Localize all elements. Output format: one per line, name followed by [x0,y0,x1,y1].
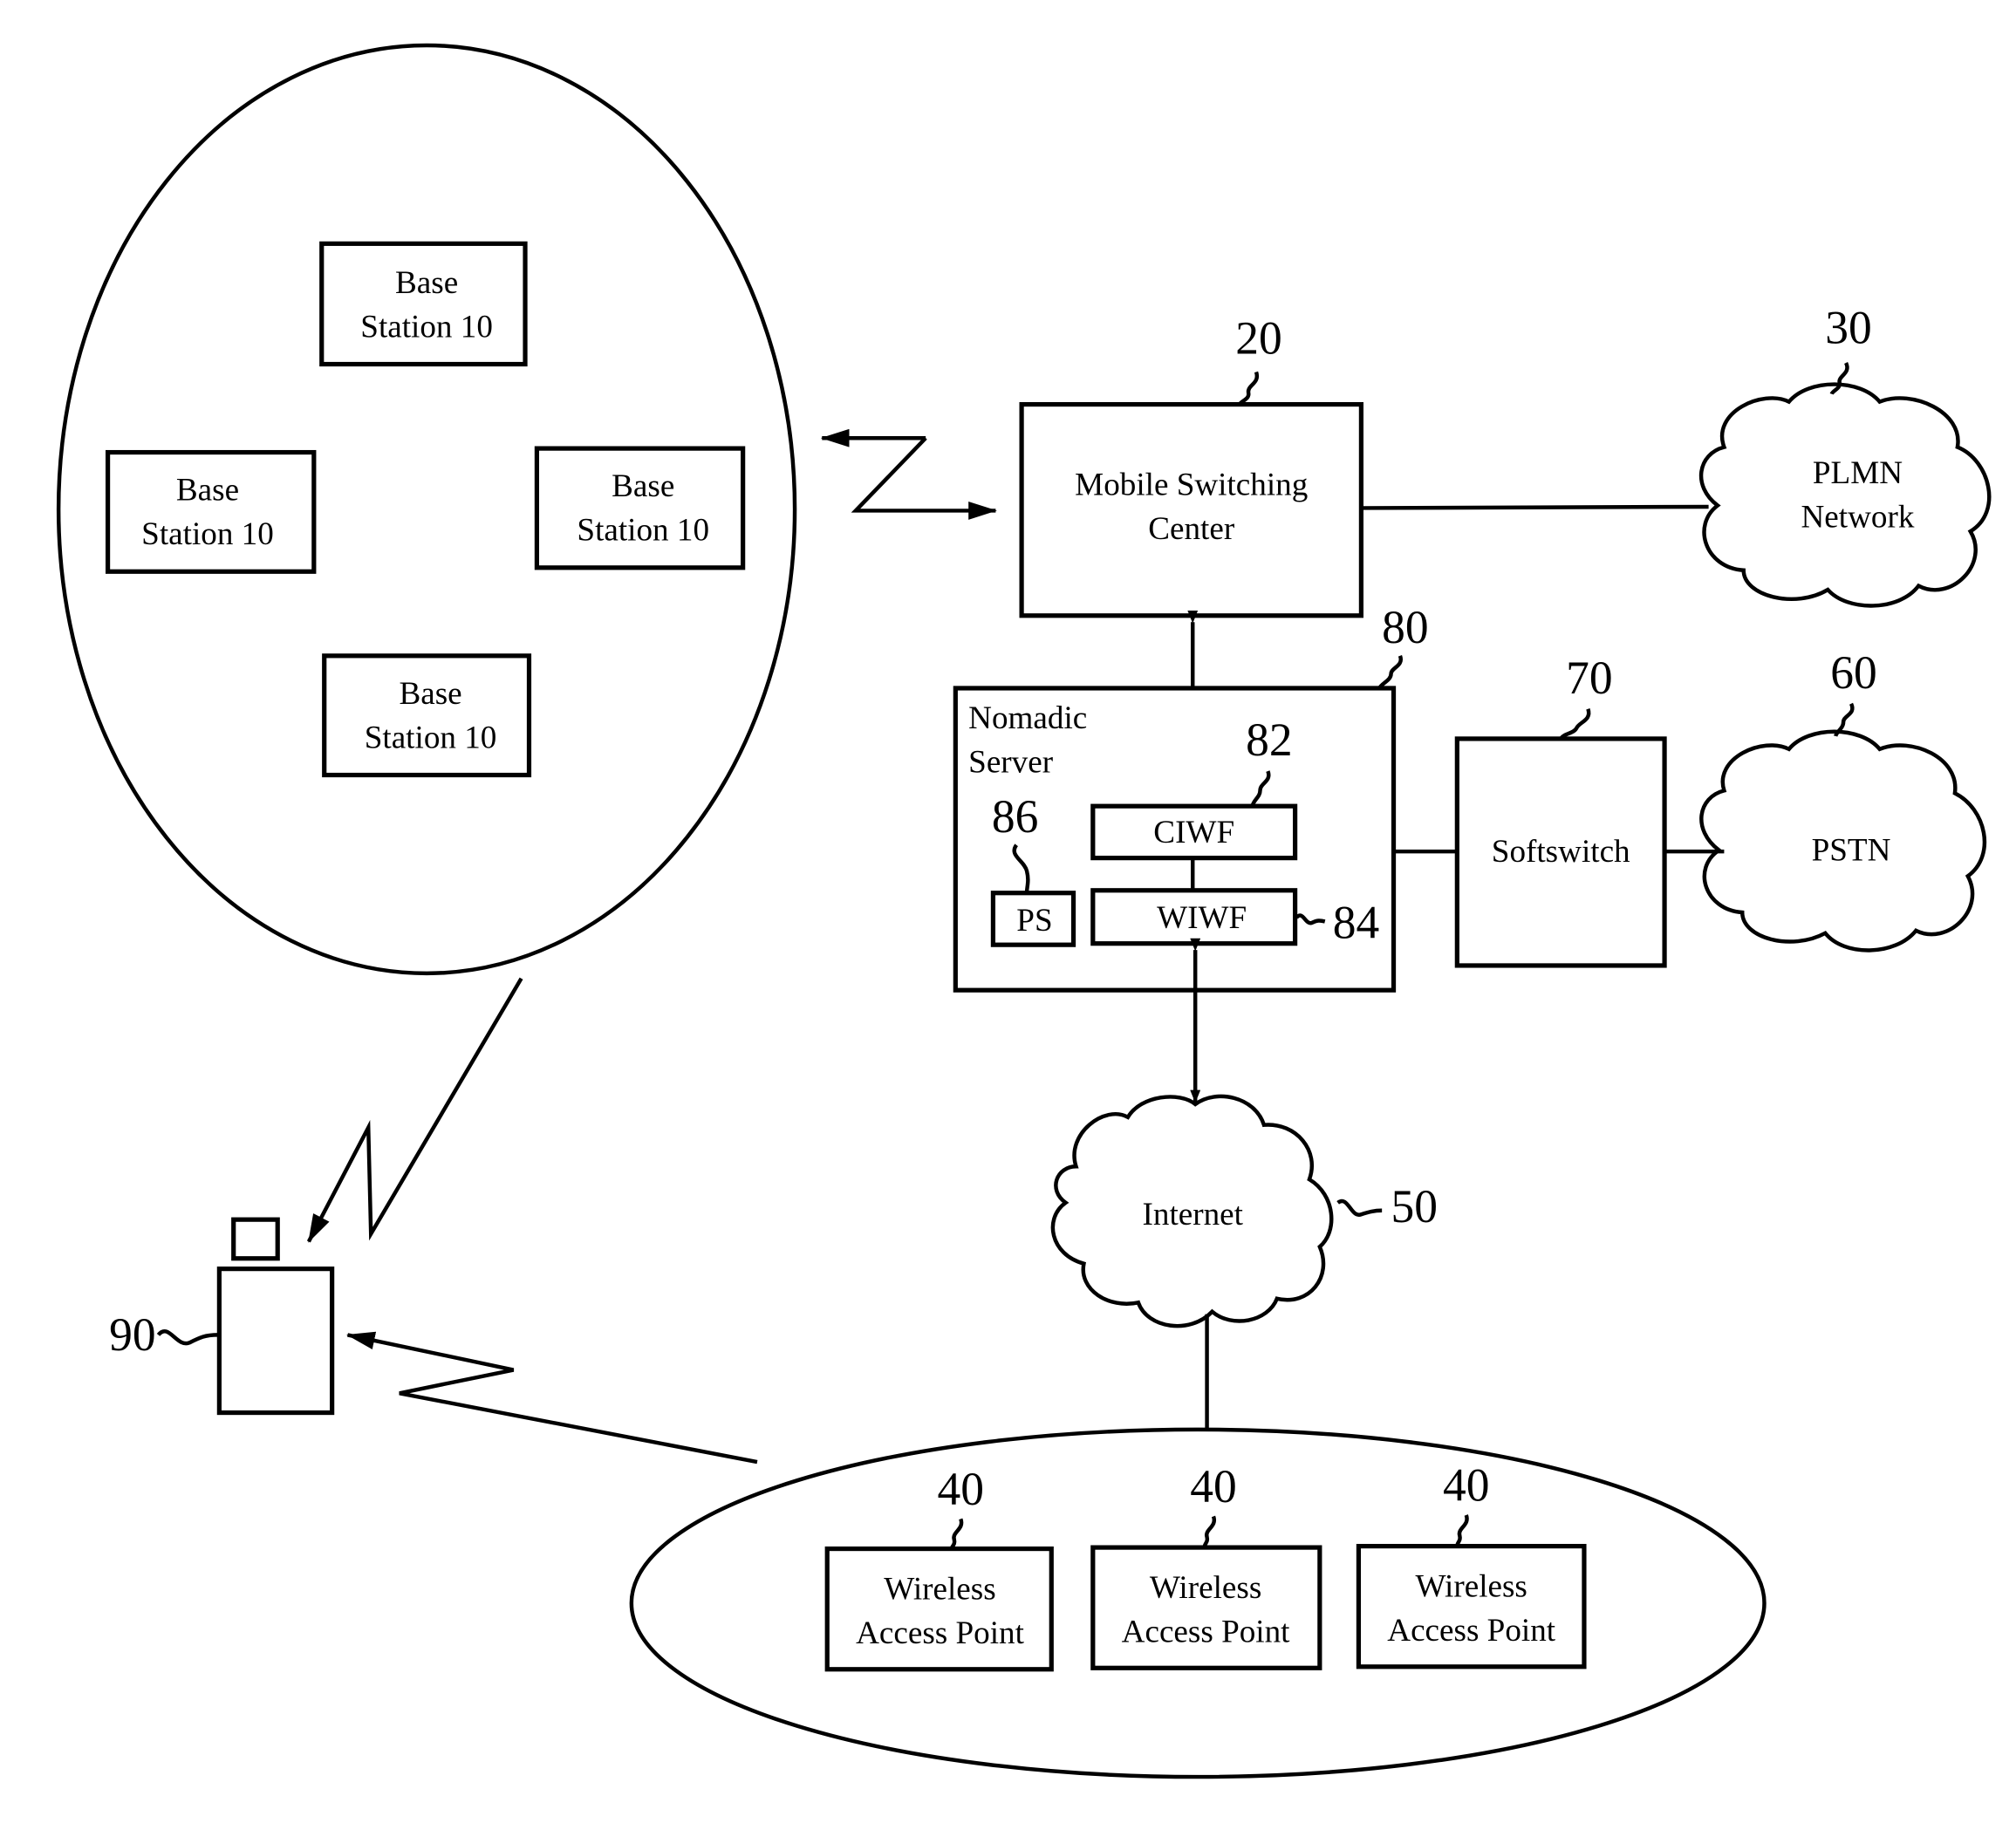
base-station-label-line2: Station 10 [577,513,709,549]
access-point-label-line2: Access Point [1122,1615,1291,1650]
mobile-terminal[interactable] [216,1217,335,1416]
nomadic-server-leader-line [1377,655,1403,690]
mobile-terminal-antenna [231,1217,280,1261]
base-station-1[interactable]: Base Station 10 [105,449,317,574]
wiwf-block[interactable]: WIWF [1090,888,1298,946]
base-station-label-line2: Station 10 [141,516,274,552]
softswitch-ref-number: 70 [1566,652,1612,704]
wireless-link-cellular-msc [851,436,997,520]
access-point-2[interactable]: Wireless Access Point [1356,1544,1587,1670]
nomadic-server-label-line1: Nomadic [968,700,1087,736]
plmn-label-line1: PLMN [1813,455,1903,491]
ciwf-block[interactable]: CIWF [1090,803,1298,861]
plmn-leader-line [1829,362,1849,395]
base-station-label-line1: Base [395,265,458,301]
access-point-label-line1: Wireless [884,1572,995,1608]
ps-ref-number: 86 [992,790,1038,843]
base-station-2[interactable]: Base Station 10 [534,446,746,570]
access-point-1[interactable]: Wireless Access Point [1090,1545,1322,1670]
base-station-label-line1: Base [612,468,674,504]
wireless-link-cellular-mobile [306,977,523,1243]
base-station-label-line1: Base [176,473,239,509]
ciwf-ref-number: 82 [1246,714,1292,766]
softswitch-leader-line [1559,708,1591,741]
internet-leader-line [1336,1198,1383,1217]
base-station-label-line1: Base [399,676,461,712]
internet-cloud[interactable]: Internet [1050,1094,1334,1328]
plmn-label-line2: Network [1801,500,1915,536]
pstn-cloud[interactable]: PSTN [1699,729,1987,953]
msc-plmn-link [1361,504,1709,510]
mobile-switching-center[interactable]: Mobile Switching Center [1019,401,1363,618]
access-point-leader-line [1455,1514,1469,1547]
mobile-terminal-leader-line [156,1329,218,1346]
network-diagram: Base Station 10 Base Station 10 Base Sta… [56,43,1992,1779]
base-station-label-line2: Station 10 [360,309,493,345]
msc-label-line1: Mobile Switching [1075,468,1308,503]
base-station-label-line2: Station 10 [365,720,497,755]
mobile-terminal-body [216,1267,335,1416]
wireless-link-wlan-mobile [346,1331,758,1465]
wiwf-ref-number: 84 [1333,897,1379,949]
nomadic-server-label-line2: Server [968,745,1054,781]
pstn-ref-number: 60 [1830,646,1876,699]
internet-ref-number: 50 [1391,1180,1438,1233]
ps-block[interactable]: PS [990,891,1076,947]
softswitch[interactable]: Softswitch [1454,736,1667,968]
msc-ref-number: 20 [1235,312,1281,365]
access-point-0[interactable]: Wireless Access Point [824,1546,1054,1672]
access-point-label-line2: Access Point [856,1615,1025,1651]
access-point-leader-line [949,1518,964,1549]
msc-label-line2: Center [1148,511,1235,547]
mobile-terminal-ref-number: 90 [109,1308,155,1361]
ciwf-label: CIWF [1153,815,1234,850]
internet-label: Internet [1143,1197,1244,1233]
ps-label: PS [1016,903,1052,939]
pstn-label: PSTN [1812,833,1891,869]
access-point-label-line1: Wireless [1415,1569,1527,1605]
base-station-3[interactable]: Base Station 10 [322,653,532,778]
nomadic-server-ref-number: 80 [1382,601,1428,653]
access-point-label-line1: Wireless [1150,1570,1261,1606]
access-point-ref-number: 40 [938,1463,984,1515]
plmn-network-cloud[interactable]: PLMN Network [1698,382,1992,608]
wiwf-label: WIWF [1157,900,1247,936]
access-point-leader-line [1202,1515,1217,1548]
plmn-ref-number: 30 [1825,302,1871,354]
base-station-0[interactable]: Base Station 10 [319,241,528,367]
msc-leader-line [1237,371,1260,406]
access-point-ref-number: 40 [1190,1460,1236,1512]
access-point-ref-number: 40 [1443,1459,1489,1512]
access-point-label-line2: Access Point [1387,1613,1556,1649]
softswitch-label: Softswitch [1492,834,1630,870]
